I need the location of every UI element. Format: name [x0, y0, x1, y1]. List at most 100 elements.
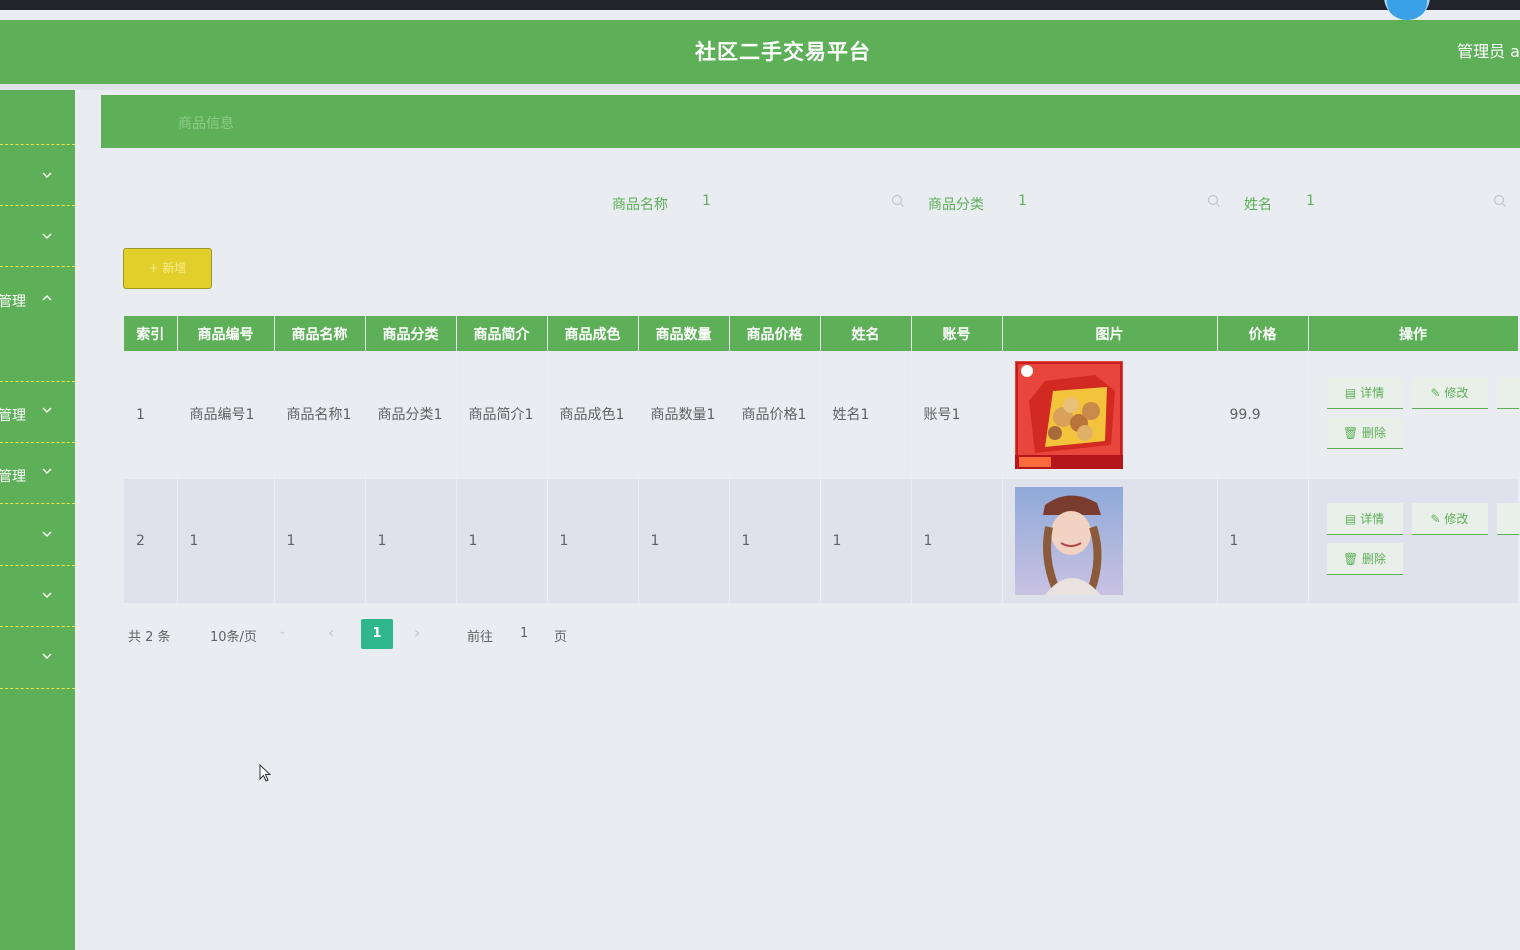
delete-button[interactable]: 🗑 删除	[1326, 543, 1403, 575]
chevron-up-icon	[42, 295, 52, 301]
sidebar: 管理 管理 管理	[0, 90, 75, 950]
cell-quantity: 1	[638, 479, 730, 603]
search-icon[interactable]	[1207, 194, 1221, 208]
sidebar-item-label: 管理	[0, 469, 26, 485]
column-header[interactable]: 商品编号	[177, 316, 275, 351]
detail-button-label: 详情	[1360, 512, 1385, 526]
edit-button-label: 修改	[1444, 512, 1469, 526]
column-header[interactable]: 账号	[911, 316, 1003, 351]
delete-button[interactable]: 🗑 删除	[1326, 417, 1403, 449]
table-row[interactable]: 2 1 1 1 1 1 1 1 1 1 1 ▤ 详情 ✎ 修改 🗑 删除	[124, 479, 1519, 603]
cell-actions: ▤ 详情 ✎ 修改 🗑 删除	[1308, 479, 1519, 603]
search-label: 商品分类	[928, 197, 984, 213]
breadcrumb[interactable]: 商品信息	[178, 113, 234, 133]
window-top-strip	[0, 0, 1520, 10]
chevron-down-icon	[42, 468, 52, 474]
header-divider	[0, 84, 1520, 90]
add-button[interactable]: + 新增	[123, 248, 212, 289]
cell-category: 1	[365, 479, 457, 603]
cell-person: 1	[820, 479, 912, 603]
sidebar-item-label: 管理	[0, 294, 26, 310]
search-icon[interactable]	[1493, 194, 1507, 208]
product-image-portrait[interactable]	[1014, 487, 1123, 595]
sidebar-item-label: 管理	[0, 408, 26, 424]
chevron-down-icon	[42, 172, 52, 178]
window-gap	[0, 10, 1520, 20]
pagination: 共 2 条 10条/页 ⌄ ‹ 1 › 前往 1 页	[124, 619, 624, 649]
sidebar-item-2[interactable]	[0, 206, 75, 267]
cell-image	[1002, 479, 1218, 603]
table-row[interactable]: 1 商品编号1 商品名称1 商品分类1 商品简介1 商品成色1 商品数量1 商品…	[124, 351, 1519, 479]
breadcrumb-bar: 商品信息	[101, 95, 1520, 148]
cell-intro: 1	[456, 479, 548, 603]
sidebar-item-7[interactable]	[0, 566, 75, 627]
prev-page-button[interactable]: ‹	[328, 623, 334, 642]
search-icon[interactable]	[891, 194, 905, 208]
cell-actions: ▤ 详情 ✎ 修改 🗑 删除	[1308, 351, 1519, 479]
search-label: 姓名	[1244, 197, 1272, 213]
product-image-snack-box[interactable]	[1014, 361, 1123, 469]
cell-price-field: 商品价格1	[729, 351, 821, 479]
sidebar-item-4[interactable]: 管理	[0, 382, 75, 443]
sidebar-item-1[interactable]	[0, 145, 75, 206]
chevron-down-icon[interactable]: ⌄	[278, 626, 286, 637]
detail-button[interactable]: ▤ 详情	[1326, 503, 1403, 535]
search-input[interactable]: 1	[702, 193, 711, 209]
cell-condition: 商品成色1	[547, 351, 639, 479]
more-action-button[interactable]	[1496, 377, 1519, 409]
cell-code: 商品编号1	[177, 351, 275, 479]
column-header[interactable]: 姓名	[820, 316, 912, 351]
column-header[interactable]: 商品分类	[365, 316, 457, 351]
sidebar-item-home[interactable]	[0, 90, 75, 145]
column-header[interactable]: 商品价格	[729, 316, 821, 351]
page-size-select[interactable]: 10条/页	[210, 626, 257, 645]
search-field-category: 商品分类 1	[928, 185, 1228, 219]
app-header: 社区二手交易平台 管理员 a	[0, 20, 1520, 84]
cell-price-field: 1	[729, 479, 821, 603]
search-label: 商品名称	[612, 197, 668, 213]
column-header: 操作	[1308, 316, 1519, 351]
cell-category: 商品分类1	[365, 351, 457, 479]
cell-image	[1002, 351, 1218, 479]
column-header[interactable]: 商品简介	[456, 316, 548, 351]
column-header[interactable]: 商品数量	[638, 316, 730, 351]
search-input[interactable]: 1	[1018, 193, 1027, 209]
sidebar-item-3[interactable]: 管理	[0, 267, 75, 382]
sidebar-item-6[interactable]	[0, 504, 75, 566]
sidebar-item-5[interactable]: 管理	[0, 443, 75, 504]
cell-account: 1	[911, 479, 1003, 603]
cell-name: 1	[274, 479, 366, 603]
mouse-cursor-icon	[259, 764, 272, 782]
page-number-active[interactable]: 1	[361, 619, 393, 649]
cell-quantity: 商品数量1	[638, 351, 730, 479]
cell-intro: 商品简介1	[456, 351, 548, 479]
search-field-product-name: 商品名称 1	[612, 185, 912, 219]
detail-button[interactable]: ▤ 详情	[1326, 377, 1403, 409]
column-header[interactable]: 索引	[124, 316, 178, 351]
edit-button-label: 修改	[1444, 386, 1469, 400]
next-page-button[interactable]: ›	[414, 623, 420, 642]
column-header[interactable]: 图片	[1002, 316, 1218, 351]
column-header[interactable]: 商品名称	[274, 316, 366, 351]
column-header[interactable]: 商品成色	[547, 316, 639, 351]
sidebar-item-8[interactable]	[0, 627, 75, 689]
current-user-label[interactable]: 管理员 a	[1457, 20, 1520, 84]
edit-button[interactable]: ✎ 修改	[1411, 503, 1488, 535]
cell-condition: 1	[547, 479, 639, 603]
chevron-down-icon	[42, 592, 52, 598]
goto-unit-label: 页	[554, 630, 568, 645]
search-input[interactable]: 1	[1306, 193, 1315, 209]
cell-price: 99.9	[1217, 351, 1309, 479]
cell-index: 2	[124, 479, 178, 603]
app-title: 社区二手交易平台	[695, 40, 871, 64]
table-header-row: 索引 商品编号 商品名称 商品分类 商品简介 商品成色 商品数量 商品价格 姓名…	[124, 316, 1519, 351]
row-actions: ▤ 详情 ✎ 修改 🗑 删除	[1326, 491, 1519, 591]
column-header[interactable]: 价格	[1217, 316, 1309, 351]
more-action-button[interactable]	[1496, 503, 1519, 535]
goto-page-input[interactable]: 1	[520, 626, 528, 641]
search-field-person-name: 姓名 1	[1244, 185, 1514, 219]
pagination-total: 共 2 条	[128, 630, 171, 645]
cell-account: 账号1	[911, 351, 1003, 479]
product-table: 索引 商品编号 商品名称 商品分类 商品简介 商品成色 商品数量 商品价格 姓名…	[124, 316, 1519, 603]
edit-button[interactable]: ✎ 修改	[1411, 377, 1488, 409]
